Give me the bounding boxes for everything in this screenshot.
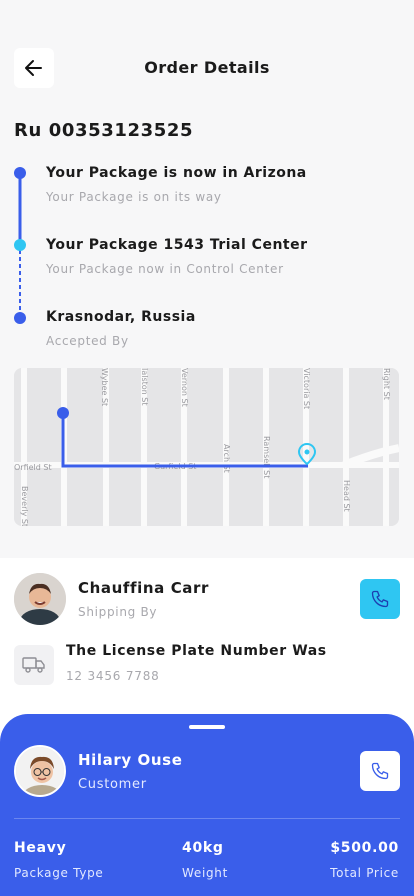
street-label: Orfield St <box>14 463 52 472</box>
weight-label: Weight <box>182 866 229 880</box>
plate-number: 12 3456 7788 <box>66 669 160 683</box>
step-subtitle: Accepted By <box>46 334 129 348</box>
street-label: Ialston St <box>140 368 149 406</box>
step-title: Your Package 1543 Trial Center <box>46 237 308 253</box>
driver-name: Chauffina Carr <box>78 579 210 597</box>
street-label: Head St <box>342 480 351 512</box>
step-title: Your Package is now in Arizona <box>46 165 307 181</box>
call-driver-button[interactable] <box>360 579 400 619</box>
driver-avatar <box>14 573 66 625</box>
truck-icon <box>22 657 45 673</box>
timeline-dot-origin <box>14 312 26 324</box>
street-label: Ramsell St <box>262 436 271 478</box>
weight-value: 40kg <box>182 840 224 856</box>
customer-name: Hilary Ouse <box>78 751 183 769</box>
sheet-drag-handle[interactable] <box>189 725 225 729</box>
step-title: Krasnodar, Russia <box>46 309 196 325</box>
street-label: Wybee St <box>100 368 109 406</box>
total-price-value: $500.00 <box>330 840 399 856</box>
phone-icon <box>371 590 389 608</box>
total-price-label: Total Price <box>330 866 399 880</box>
package-type-value: Heavy <box>14 840 67 856</box>
plate-label: The License Plate Number Was <box>66 643 327 659</box>
timeline-dot-active <box>14 167 26 179</box>
driver-role: Shipping By <box>78 605 158 619</box>
street-label: Victoria St <box>302 368 311 409</box>
street-label: Vernon St <box>180 368 189 407</box>
call-customer-button[interactable] <box>360 751 400 791</box>
customer-sheet: Hilary Ouse Customer Heavy Package Type … <box>0 714 414 896</box>
package-type-label: Package Type <box>14 866 104 880</box>
map-canvas: Wybee St Ialston St Vernon St Arch St Ra… <box>14 368 399 526</box>
phone-icon <box>371 762 389 780</box>
customer-avatar <box>14 745 66 797</box>
page-title: Order Details <box>144 58 270 77</box>
header: Order Details <box>14 48 400 88</box>
route-map[interactable]: Wybee St Ialston St Vernon St Arch St Ra… <box>14 368 399 526</box>
step-subtitle: Your Package now in Control Center <box>46 262 284 276</box>
route-start-dot <box>57 407 69 419</box>
street-label: Arch St <box>222 444 231 473</box>
sheet-divider <box>14 818 400 819</box>
truck-badge <box>14 645 54 685</box>
street-label: Beverly St <box>20 486 29 526</box>
order-id: Ru 00353123525 <box>14 120 194 141</box>
timeline-dot-current <box>14 239 26 251</box>
street-label: Right St <box>382 368 391 400</box>
tracking-timeline: Your Package is now in Arizona Your Pack… <box>14 160 394 360</box>
step-subtitle: Your Package is on its way <box>46 190 222 204</box>
customer-role: Customer <box>78 777 147 792</box>
